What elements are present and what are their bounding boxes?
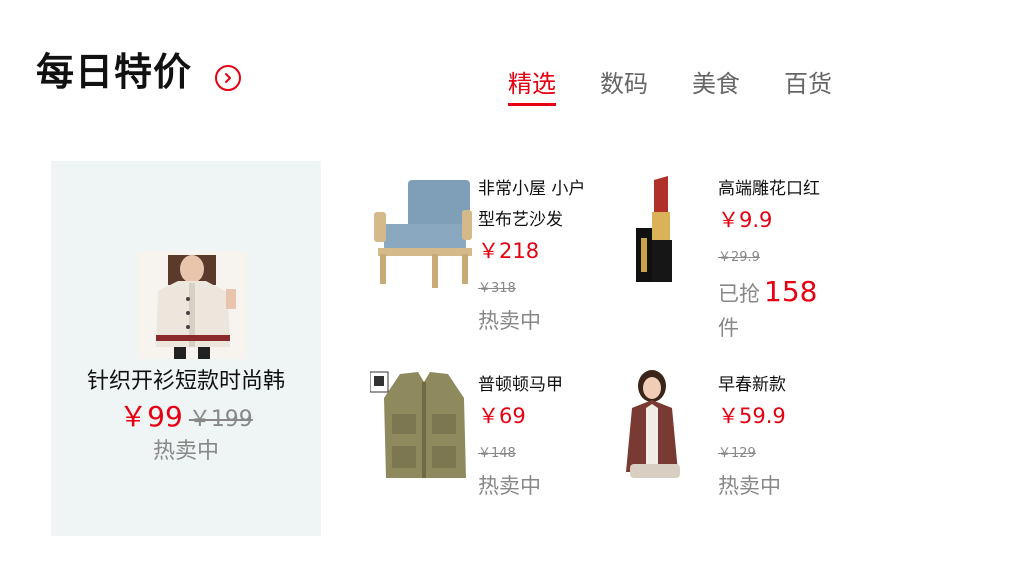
tab-featured[interactable]: 精选	[508, 68, 556, 106]
category-tabs: 精选 数码 美食 百货	[508, 68, 832, 106]
sold-suffix: 件	[718, 316, 739, 340]
tab-goods[interactable]: 百货	[784, 68, 832, 106]
sold-count: 158	[764, 275, 818, 308]
more-button[interactable]	[215, 65, 241, 91]
product-original-price: ￥129	[718, 446, 756, 461]
product-price: ￥69	[478, 404, 526, 428]
featured-original-price: ￥199	[188, 407, 253, 432]
product-card-spring[interactable]: 早春新款 ￥59.9 ￥129 热卖中	[610, 368, 840, 508]
product-info: 高端雕花口红 ￥9.9 ￥29.9 已抢 158 件	[718, 172, 838, 345]
featured-status: 热卖中	[152, 439, 219, 464]
product-card-sofa[interactable]: 非常小屋 小户型布艺沙发 ￥218 ￥318 热卖中	[370, 172, 600, 333]
product-info: 早春新款 ￥59.9 ￥129 热卖中	[718, 368, 838, 501]
sofa-image	[370, 172, 478, 292]
product-original-price: ￥318	[478, 281, 516, 296]
product-original-price: ￥148	[478, 446, 516, 461]
product-price: ￥218	[478, 239, 540, 263]
product-name: 普顿顿马甲	[478, 375, 563, 395]
page-title: 每日特价	[36, 50, 193, 94]
product-info: 非常小屋 小户型布艺沙发 ￥218 ￥318 热卖中	[478, 172, 598, 336]
product-name: 非常小屋 小户型布艺沙发	[478, 179, 586, 230]
featured-product-card[interactable]: 针织开衫短款时尚韩 ￥99 ￥199 热卖中	[51, 161, 321, 536]
sold-prefix: 已抢	[718, 282, 760, 306]
product-card-lipstick[interactable]: 高端雕花口红 ￥9.9 ￥29.9 已抢 158 件	[610, 172, 840, 342]
featured-product-name: 针织开衫短款时尚韩	[86, 369, 285, 394]
product-price: ￥9.9	[718, 208, 773, 232]
tab-food[interactable]: 美食	[692, 68, 740, 106]
chevron-right-icon	[225, 73, 231, 83]
lipstick-image	[610, 172, 718, 292]
product-status: 热卖中	[478, 474, 541, 498]
model-image	[610, 368, 718, 488]
product-name: 高端雕花口红	[718, 179, 820, 199]
product-card-vest[interactable]: 普顿顿马甲 ￥69 ￥148 热卖中	[369, 368, 600, 508]
sold-info: 已抢 158 件	[718, 275, 838, 345]
cardigan-image	[138, 251, 246, 359]
tab-digital[interactable]: 数码	[600, 68, 648, 106]
product-status: 热卖中	[718, 474, 781, 498]
vest-image	[369, 368, 478, 488]
product-price: ￥59.9	[718, 404, 786, 428]
featured-price: ￥99	[119, 400, 183, 433]
product-original-price: ￥29.9	[718, 250, 760, 265]
product-name: 早春新款	[718, 375, 786, 395]
product-status: 热卖中	[478, 309, 541, 333]
featured-price-row: ￥99 ￥199	[51, 399, 321, 439]
product-info: 普顿顿马甲 ￥69 ￥148 热卖中	[478, 368, 598, 501]
